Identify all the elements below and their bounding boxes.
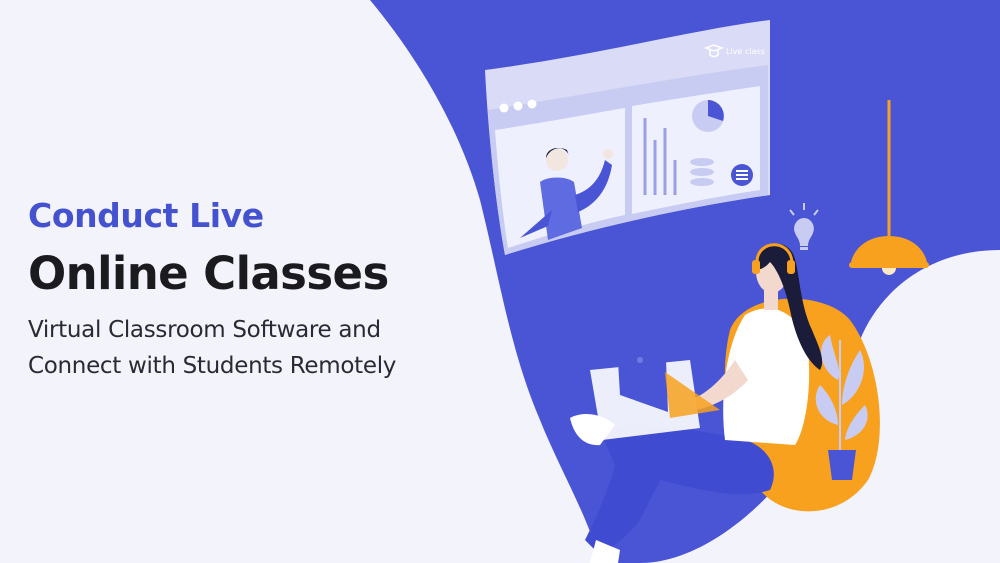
window-label: Live class <box>726 47 765 56</box>
hero-kicker: Conduct Live <box>28 196 264 235</box>
hero-headline: Online Classes <box>28 246 389 300</box>
hero-banner: Live class Conduct Live Online Classes V… <box>0 0 1000 563</box>
hero-subtitle-line-1: Virtual Classroom Software and <box>28 317 381 344</box>
pie-graphic <box>692 100 724 132</box>
hero-subtitle: Virtual Classroom Software and Connect w… <box>28 313 448 384</box>
coins-graphic <box>690 158 714 186</box>
hero-subtitle-line-2: Connect with Students Remotely <box>28 352 397 379</box>
hero-copy: Conduct Live Online Classes Virtual Clas… <box>28 196 448 385</box>
menu-list-icon <box>731 164 753 186</box>
